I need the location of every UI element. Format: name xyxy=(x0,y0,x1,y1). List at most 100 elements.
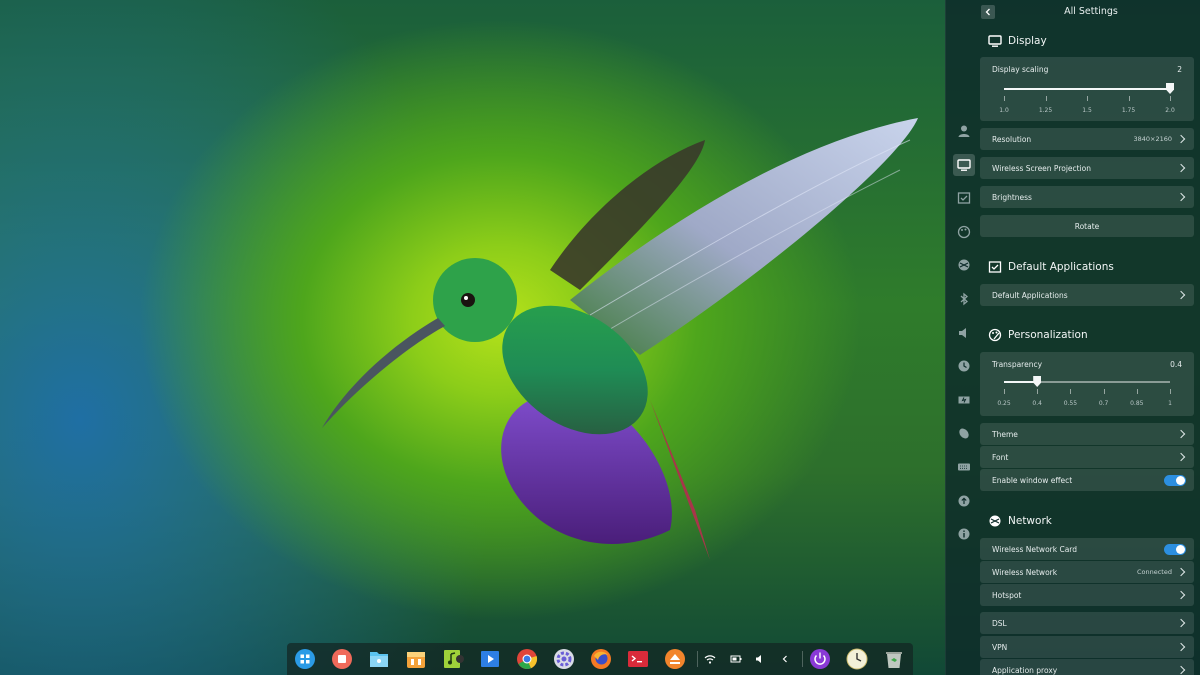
slider-tick-label: 2.0 xyxy=(1165,107,1175,114)
keyboard-icon[interactable] xyxy=(953,456,975,478)
expand-tray-icon[interactable] xyxy=(778,652,792,666)
control-center-icon[interactable] xyxy=(553,648,575,670)
slider-fill xyxy=(1004,88,1170,90)
resolution-value: 3840×2160 xyxy=(1133,135,1172,143)
info-icon[interactable] xyxy=(953,523,975,545)
wireless-card-toggle[interactable] xyxy=(1164,543,1186,555)
app-proxy-row[interactable]: Application proxy xyxy=(980,659,1194,675)
section-title-display: Display xyxy=(988,33,1047,49)
slider-tick-label: 1.0 xyxy=(999,107,1009,114)
window-effect-row: Enable window effect xyxy=(980,469,1194,491)
trash-icon[interactable] xyxy=(883,648,905,670)
bluetooth-icon[interactable] xyxy=(953,288,975,310)
launcher-icon[interactable] xyxy=(294,648,316,670)
display-scaling-slider[interactable]: 1.0 1.25 1.5 1.75 2.0 xyxy=(999,83,1175,114)
slider-tick-label: 1.25 xyxy=(1038,107,1053,114)
section-title-network: Network xyxy=(988,513,1052,529)
dock-separator xyxy=(697,651,698,667)
transparency-value: 0.4 xyxy=(1170,360,1182,369)
dock xyxy=(287,643,913,675)
installer-icon[interactable] xyxy=(664,648,686,670)
slider-tick xyxy=(1128,96,1130,101)
section-title-personalization: Personalization xyxy=(988,327,1088,343)
slider-tick xyxy=(1070,389,1072,394)
chevron-right-icon xyxy=(1176,163,1186,173)
display-icon[interactable] xyxy=(952,153,975,176)
slider-tick-label: 0.7 xyxy=(1098,400,1109,407)
power-icon[interactable] xyxy=(953,389,975,411)
personalization-icon[interactable] xyxy=(953,221,975,243)
clock-icon[interactable] xyxy=(846,648,868,670)
chevron-right-icon xyxy=(1176,665,1186,675)
transparency-label: Transparency xyxy=(992,360,1043,369)
slider-tick-label: 1 xyxy=(1168,400,1172,407)
sound-icon[interactable] xyxy=(953,322,975,344)
dsl-row[interactable]: DSL xyxy=(980,612,1194,634)
chrome-icon[interactable] xyxy=(516,648,538,670)
chevron-right-icon xyxy=(1176,192,1186,202)
shutdown-icon[interactable] xyxy=(809,648,831,670)
window-effect-toggle[interactable] xyxy=(1164,474,1186,486)
slider-thumb[interactable] xyxy=(1033,376,1042,387)
display-scaling-value: 2 xyxy=(1177,65,1182,74)
slider-tick xyxy=(1136,389,1138,394)
slider-tick-label: 1.5 xyxy=(1082,107,1092,114)
dock-separator xyxy=(802,651,803,667)
display-scaling-label: Display scaling xyxy=(992,65,1049,74)
movie-icon[interactable] xyxy=(479,648,501,670)
wireless-card-row: Wireless Network Card xyxy=(980,538,1194,560)
slider-tick-label: 0.55 xyxy=(1063,400,1078,407)
hummingbird-image xyxy=(322,118,918,560)
page-title: All Settings xyxy=(1064,6,1118,17)
slider-tick xyxy=(1103,389,1105,394)
slider-tick-label: 0.25 xyxy=(997,400,1011,407)
transparency-slider[interactable]: 0.25 0.4 0.55 0.7 0.85 1 xyxy=(997,376,1172,407)
resolution-row[interactable]: Resolution 3840×2160 xyxy=(980,128,1194,150)
user-icon[interactable] xyxy=(953,120,975,142)
slider-tick xyxy=(1045,96,1047,101)
display-icon xyxy=(988,35,1002,47)
hotspot-row[interactable]: Hotspot xyxy=(980,584,1194,606)
rotate-button[interactable]: Rotate xyxy=(980,215,1194,237)
time-icon[interactable] xyxy=(953,355,975,377)
transparency-card: Transparency 0.4 0.25 0.4 0.55 0.7 0.85 1 xyxy=(980,352,1194,416)
default-apps-icon[interactable] xyxy=(953,187,975,209)
file-manager-icon[interactable] xyxy=(368,648,390,670)
slider-thumb[interactable] xyxy=(1166,83,1174,94)
default-applications-row[interactable]: Default Applications xyxy=(980,284,1194,306)
slider-tick xyxy=(1170,96,1171,101)
mouse-icon[interactable] xyxy=(953,422,975,444)
wifi-icon[interactable] xyxy=(703,652,717,666)
slider-fill xyxy=(1004,381,1038,383)
chevron-right-icon xyxy=(1176,618,1186,628)
volume-icon[interactable] xyxy=(753,652,767,666)
music-icon[interactable] xyxy=(442,648,464,670)
wireless-network-row[interactable]: Wireless Network Connected xyxy=(980,561,1194,583)
vpn-row[interactable]: VPN xyxy=(980,636,1194,658)
chevron-right-icon xyxy=(1176,134,1186,144)
chevron-right-icon xyxy=(1176,452,1186,462)
app-store-icon[interactable] xyxy=(405,648,427,670)
network-icon xyxy=(989,515,1001,527)
theme-row[interactable]: Theme xyxy=(980,423,1194,445)
slider-tick-label: 1.75 xyxy=(1121,107,1136,114)
update-icon[interactable] xyxy=(953,490,975,512)
chevron-right-icon xyxy=(1176,642,1186,652)
personalization-icon xyxy=(988,328,1002,342)
wireless-projection-row[interactable]: Wireless Screen Projection xyxy=(980,157,1194,179)
firefox-icon[interactable] xyxy=(590,648,612,670)
multitasking-icon[interactable] xyxy=(331,648,353,670)
slider-tick-label: 0.4 xyxy=(1032,400,1042,407)
slider-tick-label: 0.85 xyxy=(1130,400,1144,407)
font-row[interactable]: Font xyxy=(980,446,1194,468)
chevron-right-icon xyxy=(1176,590,1186,600)
terminal-icon[interactable] xyxy=(627,648,649,670)
slider-tick xyxy=(1170,389,1171,394)
network-icon[interactable] xyxy=(953,254,975,276)
chevron-right-icon xyxy=(1176,290,1186,300)
settings-nav-rail xyxy=(946,120,981,557)
section-title-default-apps: Default Applications xyxy=(988,259,1114,275)
slider-tick xyxy=(1004,96,1005,101)
brightness-row[interactable]: Brightness xyxy=(980,186,1194,208)
battery-icon[interactable] xyxy=(729,652,743,666)
